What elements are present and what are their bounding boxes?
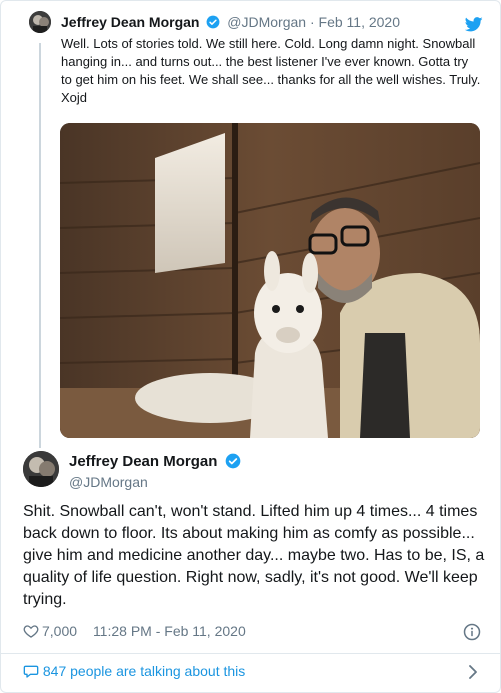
verified-badge-icon (225, 453, 240, 469)
avatar[interactable] (29, 11, 51, 33)
tweet-text: Shit. Snowball can't, won't stand. Lifte… (23, 503, 485, 608)
quoted-tweet-header: Jeffrey Dean Morgan @JDMorgan · Feb 11, … (61, 14, 400, 30)
twitter-bird-icon[interactable] (465, 17, 483, 32)
author-handle[interactable]: @JDMorgan (227, 14, 306, 30)
conversation-link[interactable]: 847 people are talking about this (23, 663, 483, 683)
verified-badge-icon (206, 15, 220, 29)
comment-bubble-icon (23, 665, 39, 678)
avatar[interactable] (23, 451, 59, 487)
embedded-tweet-card: Jeffrey Dean Morgan @JDMorgan · Feb 11, … (0, 0, 501, 693)
author-name-row: Jeffrey Dean Morgan (69, 453, 244, 470)
like-button[interactable]: 7,000 (23, 623, 81, 639)
tweet-date[interactable]: Feb 11, 2020 (319, 14, 400, 30)
tweet-timestamp[interactable]: 11:28 PM - Feb 11, 2020 (93, 623, 246, 639)
separator-dot: · (309, 14, 315, 30)
author-name[interactable]: Jeffrey Dean Morgan (69, 453, 217, 470)
thread-connector-line (39, 43, 41, 448)
quoted-tweet-text: Well. Lots of stories told. We still her… (61, 36, 481, 105)
tweet-photo[interactable] (60, 123, 480, 438)
info-icon[interactable] (463, 623, 481, 641)
like-count: 7,000 (42, 623, 78, 639)
author-name[interactable]: Jeffrey Dean Morgan (61, 14, 199, 30)
conversation-count-label: 847 people are talking about this (42, 663, 246, 679)
author-handle[interactable]: @JDMorgan (69, 474, 148, 490)
tweet-meta-row: 7,000 11:28 PM - Feb 11, 2020 (23, 623, 483, 641)
chevron-right-icon (469, 665, 477, 679)
divider (1, 653, 500, 654)
heart-icon (23, 625, 39, 638)
